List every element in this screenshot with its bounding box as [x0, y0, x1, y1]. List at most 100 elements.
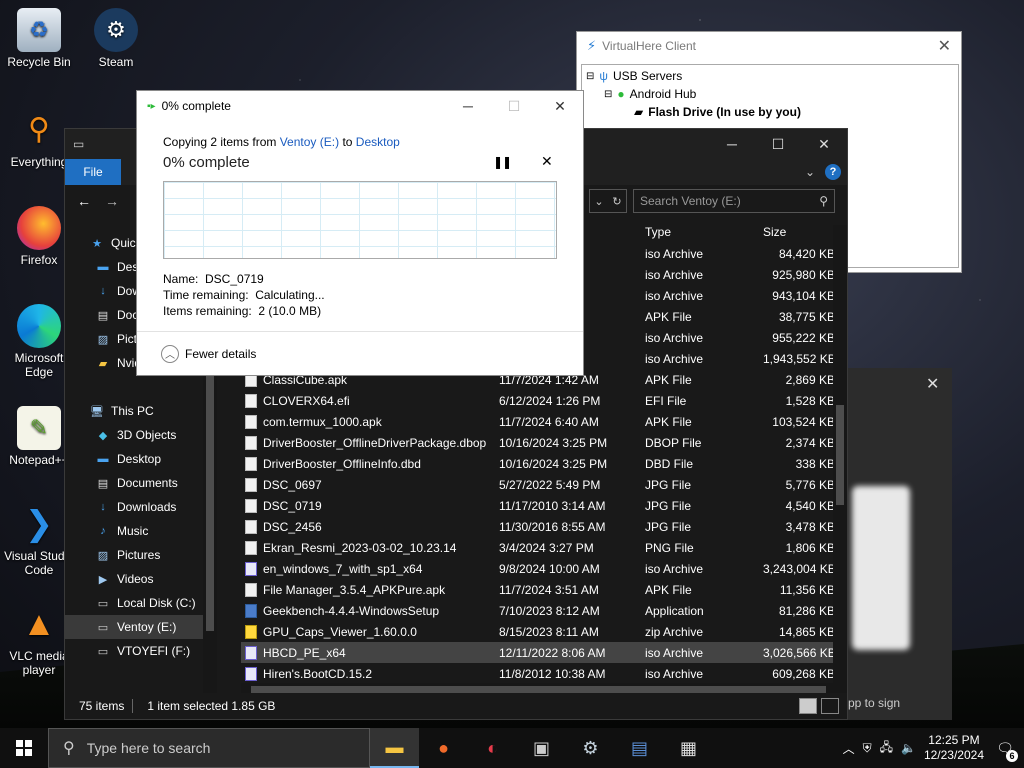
dialog-titlebar[interactable]: ▪▸ 0% complete ─ ☐ ✕ — [137, 91, 583, 121]
file-row[interactable]: Geekbench-4.4.4-WindowsSetup 7/10/2023 8:… — [241, 600, 835, 621]
collapse-icon[interactable]: ⊟ — [586, 71, 594, 82]
large-icons-view-button[interactable] — [821, 698, 839, 714]
taskbar-search[interactable]: ⚲ Type here to search — [48, 728, 370, 768]
installer-taskbar-icon[interactable]: ▦ — [664, 728, 713, 768]
steam-taskbar-icon[interactable]: ⚙ — [566, 728, 615, 768]
desktop-icon-steam[interactable]: ⚙ Steam — [80, 8, 152, 69]
sidebar-item[interactable]: ▨Pictures — [65, 543, 211, 567]
chevron-up-icon[interactable]: ︿ — [161, 344, 179, 363]
destination-link[interactable]: Desktop — [356, 135, 400, 149]
maximize-button[interactable]: ☐ — [755, 129, 801, 159]
chevron-down-icon[interactable]: ⌄ — [594, 195, 603, 208]
status-bar: 75 items 1 item selected 1.85 GB — [65, 693, 847, 719]
notification-count: 6 — [1006, 750, 1018, 762]
file-row[interactable]: DSC_0697 5/27/2022 5:49 PM JPG File 5,776 K… — [241, 474, 835, 495]
sidebar-item[interactable]: ▬Desktop — [65, 447, 211, 471]
file-size: 3,478 KB — [785, 519, 835, 534]
copy-progress-dialog[interactable]: ▪▸ 0% complete ─ ☐ ✕ Copying 2 items fro… — [136, 90, 584, 376]
file-row[interactable]: GPU_Caps_Viewer_1.60.0.0 8/15/2023 8:11 A… — [241, 621, 835, 642]
file-type: iso Archive — [645, 351, 704, 366]
sidebar-item[interactable]: ◆ 3D Objects — [65, 423, 211, 447]
sidebar-item-icon: ▬ — [97, 453, 109, 465]
file-type: iso Archive — [645, 288, 704, 303]
clock[interactable]: 12:25 PM 12/23/2024 — [924, 733, 984, 763]
sidebar-item-icon: ▭ — [97, 621, 109, 634]
file-row[interactable]: File Manager_3.5.4_APKPure.apk 11/7/2024 … — [241, 579, 835, 600]
copy-description: Copying 2 items from Ventoy (E:) to Desk… — [163, 135, 400, 149]
file-row[interactable]: DSC_0719 11/17/2010 3:14 AM JPG File 4,540 … — [241, 495, 835, 516]
file-explorer-taskbar-icon[interactable]: ▬ — [370, 728, 419, 768]
sidebar-item[interactable]: ▭ Local Disk (C:) — [65, 591, 211, 615]
file-list-scrollbar[interactable] — [833, 225, 847, 695]
tree-item-usb-servers[interactable]: ⊟ ψ USB Servers — [586, 67, 954, 85]
file-row[interactable]: CLOVERX64.efi 6/12/2024 1:26 PM EFI File 1,… — [241, 390, 835, 411]
file-name: en_windows_7_with_sp1_x64 — [263, 561, 423, 576]
close-button[interactable]: ✕ — [801, 129, 847, 159]
file-row[interactable]: Hiren's.BootCD.15.2 11/8/2012 10:38 AM iso… — [241, 663, 835, 683]
vnc-taskbar-icon[interactable]: ▤ — [615, 728, 664, 768]
sidebar-item-icon: ▤ — [97, 477, 109, 490]
virtualhere-taskbar-icon[interactable]: ▣ — [517, 728, 566, 768]
file-row[interactable]: Ekran_Resmi_2023-03-02_10.23.14 3/4/2024 … — [241, 537, 835, 558]
sidebar-item[interactable]: ♪ Music — [65, 519, 211, 543]
sidebar-item[interactable]: 🖥 This PC — [65, 399, 211, 423]
minimize-button[interactable]: ─ — [709, 129, 755, 159]
file-name: File Manager_3.5.4_APKPure.apk — [263, 582, 446, 597]
sidebar-item[interactable]: ▭VTOYEFI (F:) — [65, 639, 211, 663]
file-tab[interactable]: File — [65, 159, 121, 185]
forward-arrow-icon[interactable]: → — [105, 193, 119, 209]
file-size: 609,268 KB — [772, 666, 835, 681]
chevron-up-icon[interactable]: ︿ — [843, 740, 855, 757]
network-icon[interactable]: 🖧 — [880, 738, 893, 759]
close-icon[interactable]: ✕ — [541, 153, 553, 170]
qr-code-image — [852, 486, 910, 650]
everything-icon: ⚲ — [28, 113, 50, 146]
firefox-taskbar-icon[interactable]: ● — [419, 728, 468, 768]
sidebar-item[interactable]: ▭ Ventoy (E:) — [65, 615, 211, 639]
file-size: 1,806 KB — [785, 540, 835, 555]
tree-item-flash-drive[interactable]: ▰ Flash Drive (In use by you) — [586, 103, 954, 121]
file-name: DriverBooster_OfflineDriverPackage.dbop — [263, 435, 487, 450]
file-row[interactable]: en_windows_7_with_sp1_x64 9/8/2024 10:00 … — [241, 558, 835, 579]
sidebar-item[interactable]: ↓Downloads — [65, 495, 211, 519]
steam-icon: ⚙ — [94, 8, 138, 52]
sidebar-item — [65, 375, 211, 399]
file-row[interactable]: DSC_2456 11/30/2016 8:55 AM JPG File 3,478 … — [241, 516, 835, 537]
sidebar-item[interactable]: ▶ Videos — [65, 567, 211, 591]
file-row[interactable]: DriverBooster_OfflineDriverPackage.dbop 1… — [241, 432, 835, 453]
file-row[interactable]: DriverBooster_OfflineInfo.dbd 10/16/2024 … — [241, 453, 835, 474]
desktop-icon-recycle-bin[interactable]: ♻ Recycle Bin — [3, 8, 75, 69]
search-input[interactable]: Search Ventoy (E:) ⚲ — [633, 189, 835, 213]
file-row[interactable]: com.termux_1000.apk 11/7/2024 6:40 AM APK … — [241, 411, 835, 432]
close-icon[interactable]: ✕ — [938, 36, 961, 56]
volume-icon[interactable]: 🔈 — [901, 741, 916, 755]
refresh-icon[interactable]: ↻ — [612, 195, 621, 208]
pause-icon[interactable]: ❚❚ — [493, 155, 512, 169]
fewer-details-button[interactable]: Fewer details — [185, 347, 256, 361]
items-remaining: 2 (10.0 MB) — [258, 304, 322, 318]
close-button[interactable]: ✕ — [537, 91, 583, 121]
usb-icon: ⚡ — [587, 38, 597, 53]
virtualhere-titlebar[interactable]: ⚡ VirtualHere Client ✕ — [577, 32, 961, 60]
back-arrow-icon[interactable]: ← — [77, 193, 91, 209]
sidebar-item[interactable]: ▤Documents — [65, 471, 211, 495]
flash-drive-icon: ▰ — [634, 105, 644, 119]
file-type: iso Archive — [645, 330, 704, 345]
file-size: 2,869 KB — [785, 372, 835, 387]
help-icon[interactable]: ? — [825, 164, 841, 180]
security-icon[interactable]: ⛨ — [863, 741, 872, 756]
file-size: 103,524 KB — [772, 414, 835, 429]
file-name: com.termux_1000.apk — [263, 414, 382, 429]
close-icon[interactable]: ✕ — [926, 374, 939, 394]
collapse-icon[interactable]: ⊟ — [604, 89, 612, 100]
file-name: CLOVERX64.efi — [263, 393, 350, 408]
tree-item-android-hub[interactable]: ⊟ ● Android Hub — [586, 85, 954, 103]
minimize-button[interactable]: ─ — [445, 91, 491, 121]
file-row[interactable]: HBCD_PE_x64 12/11/2022 8:06 AM iso Archive… — [241, 642, 835, 663]
app-taskbar-icon[interactable]: ◐ — [468, 728, 517, 768]
details-view-button[interactable] — [799, 698, 817, 714]
notification-center-button[interactable]: 🗨 6 — [992, 736, 1018, 762]
chevron-down-icon[interactable]: ⌄ — [805, 165, 815, 179]
source-link[interactable]: Ventoy (E:) — [280, 135, 339, 149]
start-button[interactable] — [0, 728, 48, 768]
